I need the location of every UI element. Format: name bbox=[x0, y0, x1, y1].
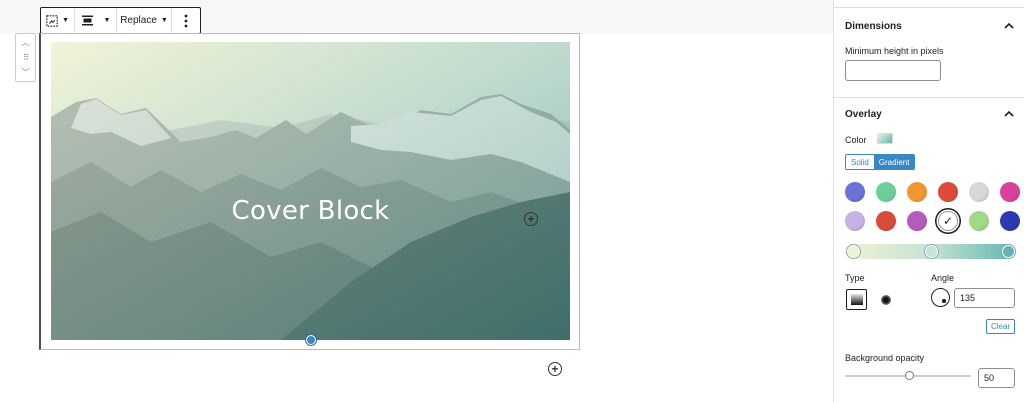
radial-gradient-icon bbox=[880, 294, 891, 305]
settings-sidebar: Dimensions Minimum height in pixels Over… bbox=[833, 0, 1024, 402]
gradient-swatch[interactable] bbox=[876, 211, 896, 231]
gradient-swatch[interactable] bbox=[845, 211, 865, 231]
chevron-up-icon[interactable] bbox=[1004, 109, 1014, 119]
angle-dial[interactable] bbox=[931, 288, 950, 307]
block-type-button[interactable]: ▼ bbox=[41, 8, 75, 33]
gradient-swatch[interactable] bbox=[907, 211, 927, 231]
chevron-up-icon[interactable]: ︿ bbox=[22, 37, 30, 48]
cover-background-image bbox=[51, 42, 570, 340]
add-block-icon[interactable]: + bbox=[548, 362, 562, 376]
block-toolbar: ▼ ▼ Replace ▼ bbox=[40, 7, 201, 34]
replace-button[interactable]: Replace ▼ bbox=[117, 8, 172, 33]
min-height-input[interactable] bbox=[845, 60, 941, 81]
overlay-tab-group: Solid Gradient bbox=[845, 154, 916, 170]
check-icon: ✓ bbox=[942, 214, 954, 228]
tab-solid[interactable]: Solid bbox=[846, 155, 874, 169]
add-block-inner-icon[interactable]: + bbox=[524, 212, 538, 226]
color-label: Color bbox=[845, 135, 867, 145]
gradient-stop-mid[interactable] bbox=[925, 245, 938, 258]
editor-root: ▼ ▼ Replace ▼ ︿ ⠿ ﹀ Cover Block + + Dime… bbox=[0, 0, 1024, 402]
gradient-swatch[interactable] bbox=[969, 211, 989, 231]
cover-block[interactable]: Cover Block + bbox=[51, 42, 570, 340]
overlay-heading[interactable]: Overlay bbox=[845, 109, 882, 120]
gradient-swatch[interactable] bbox=[1000, 211, 1020, 231]
color-indicator bbox=[877, 133, 893, 144]
gradient-swatch[interactable] bbox=[969, 182, 989, 202]
gradient-swatch[interactable] bbox=[907, 182, 927, 202]
align-button[interactable]: ▼ bbox=[75, 8, 117, 33]
dimensions-heading[interactable]: Dimensions bbox=[845, 21, 902, 32]
more-options-button[interactable] bbox=[172, 8, 200, 33]
radial-type-button[interactable] bbox=[875, 289, 896, 310]
chevron-up-icon[interactable] bbox=[1004, 21, 1014, 31]
caret-down-icon: ▼ bbox=[62, 17, 69, 24]
linear-type-button[interactable] bbox=[846, 289, 867, 310]
gradient-swatch[interactable] bbox=[938, 182, 958, 202]
angle-label: Angle bbox=[931, 273, 955, 283]
gradient-swatch[interactable] bbox=[876, 182, 896, 202]
caret-down-icon: ▼ bbox=[103, 17, 111, 24]
gradient-stop-end[interactable] bbox=[1002, 245, 1015, 258]
min-height-label: Minimum height in pixels bbox=[845, 46, 944, 56]
align-icon bbox=[81, 15, 93, 26]
sidebar-top-strip bbox=[834, 0, 1024, 8]
angle-dial-dot bbox=[942, 299, 946, 303]
type-label: Type bbox=[845, 273, 865, 283]
opacity-input[interactable]: 50 bbox=[978, 368, 1015, 388]
cover-block-icon bbox=[46, 14, 58, 27]
resize-handle[interactable] bbox=[306, 335, 316, 345]
block-mover: ︿ ⠿ ﹀ bbox=[15, 33, 36, 82]
gradient-swatch[interactable]: ✓ bbox=[938, 211, 958, 231]
caret-down-icon: ▼ bbox=[160, 17, 168, 24]
gradient-swatch[interactable] bbox=[1000, 182, 1020, 202]
clear-button[interactable]: Clear bbox=[986, 319, 1016, 334]
tab-gradient[interactable]: Gradient bbox=[873, 155, 915, 169]
angle-input[interactable]: 135 bbox=[954, 288, 1015, 308]
cover-title[interactable]: Cover Block bbox=[51, 196, 570, 226]
replace-label: Replace bbox=[120, 15, 157, 26]
gradient-stop-start[interactable] bbox=[847, 245, 860, 258]
panel-divider bbox=[834, 97, 1024, 98]
more-options-icon bbox=[184, 14, 188, 27]
linear-gradient-icon bbox=[850, 294, 863, 305]
gradient-swatch[interactable] bbox=[845, 182, 865, 202]
opacity-label: Background opacity bbox=[845, 353, 925, 363]
drag-handle-icon[interactable]: ⠿ bbox=[23, 53, 29, 62]
opacity-slider-thumb[interactable] bbox=[905, 371, 914, 380]
chevron-down-icon[interactable]: ﹀ bbox=[22, 67, 30, 78]
